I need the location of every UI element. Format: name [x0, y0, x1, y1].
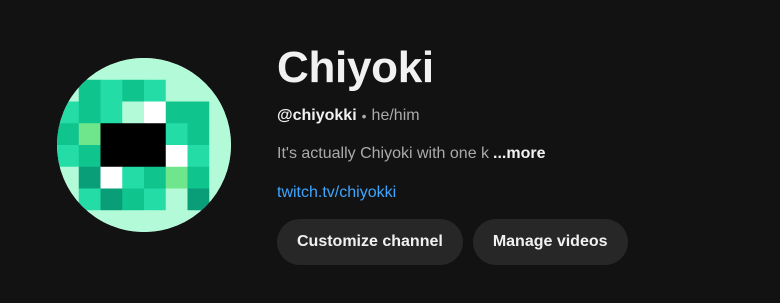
avatar-pixel: [165, 145, 188, 168]
avatar-pixel: [78, 123, 101, 146]
manage-videos-button[interactable]: Manage videos: [472, 219, 628, 265]
channel-links: twitch.tv/chiyokki: [277, 181, 628, 205]
avatar-pixel: [209, 79, 231, 102]
avatar-pixel: [100, 79, 123, 102]
avatar-pixel: [122, 145, 145, 168]
avatar-pixel: [165, 58, 188, 81]
channel-info: Chiyoki @chiyokki • he/him It's actually…: [277, 40, 628, 265]
avatar-pixel: [57, 188, 80, 211]
avatar-pixel: [57, 101, 80, 124]
avatar-pixel: [165, 101, 188, 124]
avatar-pixel: [78, 166, 101, 189]
description-preview: It's actually Chiyoki with one k: [277, 145, 490, 162]
avatar-pixel: [209, 166, 231, 189]
avatar-pixel: [187, 166, 210, 189]
avatar-pixel: [209, 188, 231, 211]
avatar-pixel: [57, 79, 80, 102]
avatar-pixel: [57, 210, 80, 232]
channel-link[interactable]: twitch.tv/chiyokki: [277, 184, 396, 202]
avatar-pixel: [144, 166, 167, 189]
avatar-pixel: [165, 166, 188, 189]
avatar-pixel: [187, 58, 210, 81]
avatar-pixel: [100, 101, 123, 124]
avatar-pixel: [144, 210, 167, 232]
avatar-pixel: [165, 123, 188, 146]
channel-handle[interactable]: @chiyokki: [277, 107, 357, 125]
avatar-pixel: [122, 123, 145, 146]
avatar-pixel: [209, 210, 231, 232]
avatar-pixel: [78, 58, 101, 81]
avatar-pixel: [100, 123, 123, 146]
channel-name: Chiyoki: [277, 43, 434, 92]
avatar-pixel: [122, 188, 145, 211]
avatar-pixel: [100, 188, 123, 211]
avatar-pixel: [122, 210, 145, 232]
avatar-pixel: [144, 79, 167, 102]
avatar-pixel: [144, 145, 167, 168]
meta-separator: •: [361, 108, 367, 124]
avatar-pixel: [144, 101, 167, 124]
avatar-pixel: [57, 58, 80, 81]
avatar-pixel: [165, 210, 188, 232]
avatar-pixel: [78, 210, 101, 232]
avatar-pixel: [122, 101, 145, 124]
avatar-pixel: [78, 188, 101, 211]
avatar-pixel: [122, 166, 145, 189]
channel-avatar[interactable]: [57, 58, 231, 232]
avatar-pixel: [187, 145, 210, 168]
avatar-pixel: [57, 145, 80, 168]
channel-header: Chiyoki @chiyokki • he/him It's actually…: [0, 0, 780, 303]
avatar-pixel: [78, 145, 101, 168]
avatar-pixel: [209, 145, 231, 168]
avatar-pixel: [144, 123, 167, 146]
avatar-pixel: [78, 101, 101, 124]
channel-pronouns: he/him: [371, 107, 420, 124]
avatar-pixel: [165, 79, 188, 102]
channel-actions: Customize channel Manage videos: [277, 219, 628, 265]
avatar-pixel: [187, 188, 210, 211]
avatar-pixel: [57, 123, 80, 146]
avatar-pixel: [100, 58, 123, 81]
avatar-pixel: [57, 166, 80, 189]
channel-description[interactable]: It's actually Chiyoki with one k ...more: [277, 142, 628, 166]
avatar-pixel: [78, 79, 101, 102]
channel-meta: @chiyokki • he/him: [277, 104, 628, 128]
pixel-eye-avatar-icon: [57, 58, 231, 232]
avatar-pixel: [187, 79, 210, 102]
avatar-pixel: [209, 101, 231, 124]
more-button[interactable]: ...more: [493, 145, 545, 163]
avatar-pixel: [122, 58, 145, 81]
avatar-pixel: [100, 166, 123, 189]
avatar-pixel: [100, 210, 123, 232]
avatar-pixel: [209, 123, 231, 146]
avatar-pixel: [187, 101, 210, 124]
avatar-pixel: [187, 210, 210, 232]
avatar-pixel: [100, 145, 123, 168]
avatar-pixel: [122, 79, 145, 102]
avatar-pixel: [144, 188, 167, 211]
avatar-pixel: [209, 58, 231, 81]
avatar-pixel: [165, 188, 188, 211]
avatar-pixel: [144, 58, 167, 81]
customize-channel-button[interactable]: Customize channel: [277, 219, 463, 265]
avatar-pixel: [187, 123, 210, 146]
